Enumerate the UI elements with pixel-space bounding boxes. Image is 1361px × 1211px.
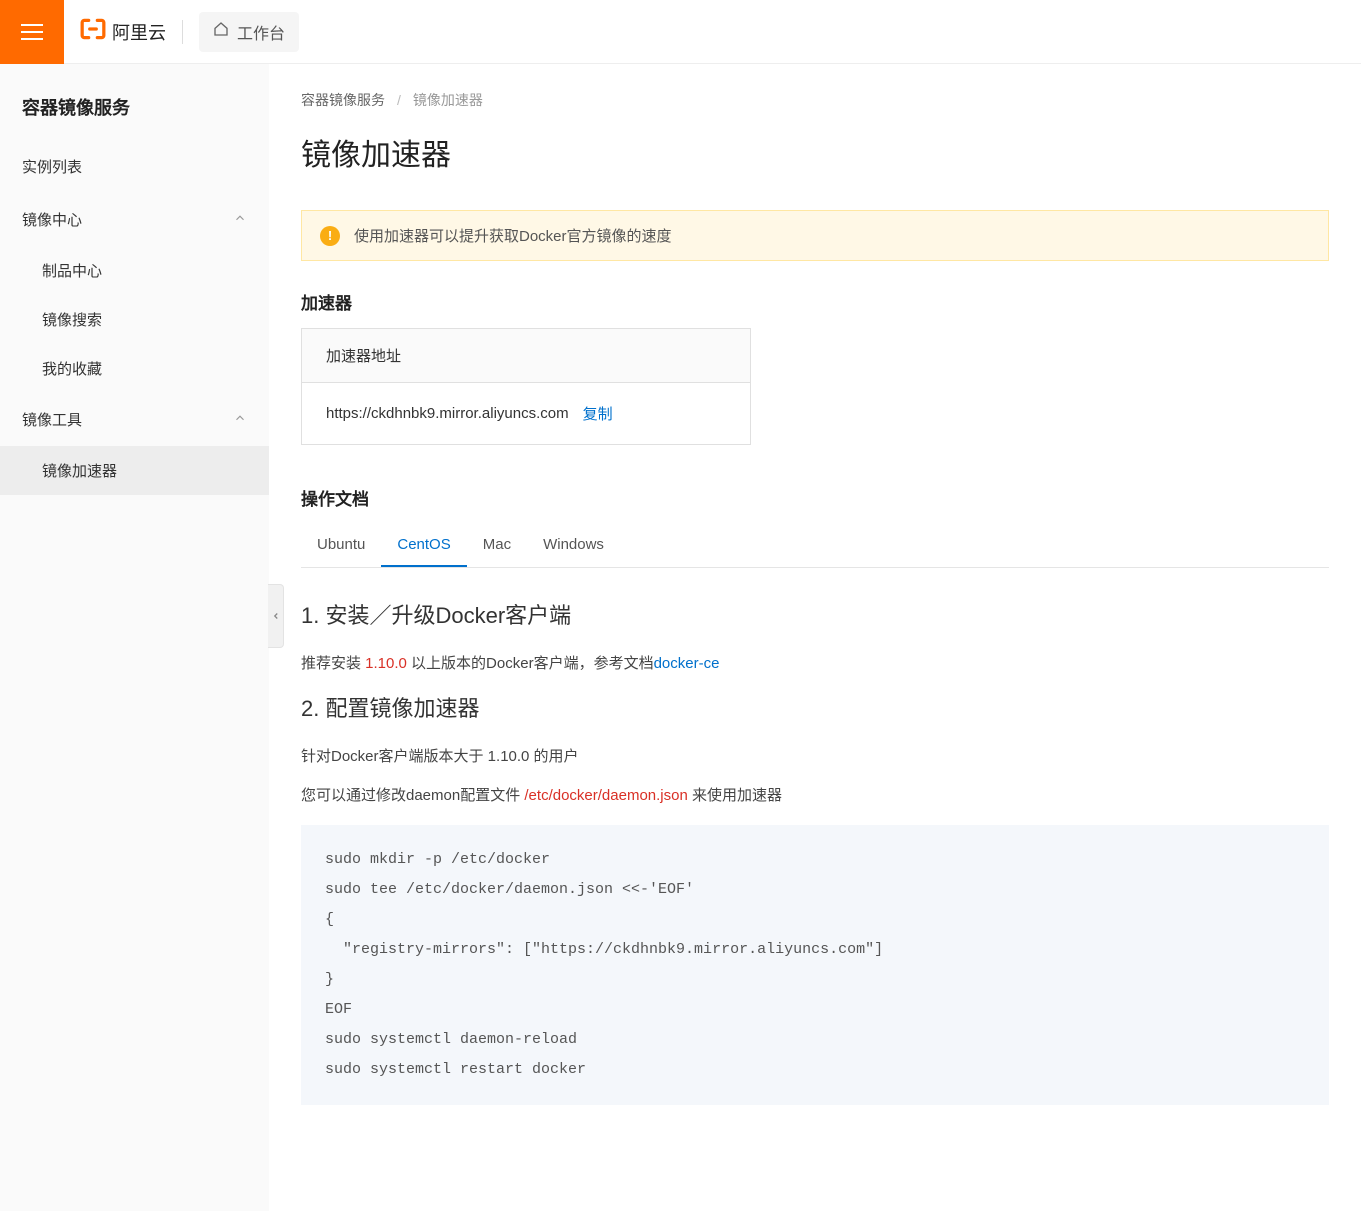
logo-text: 阿里云 — [112, 19, 166, 45]
chevron-up-icon — [233, 211, 247, 229]
doc-heading-install: 1. 安装／升级Docker客户端 — [301, 598, 1361, 630]
docker-ce-link[interactable]: docker-ce — [654, 655, 720, 672]
breadcrumb-current: 镜像加速器 — [413, 90, 483, 110]
sidebar-item-label: 制品中心 — [42, 263, 102, 280]
logo[interactable]: 阿里云 — [80, 16, 166, 48]
accelerator-url: https://ckdhnbk9.mirror.aliyuncs.com — [326, 405, 569, 422]
sidebar-item-search[interactable]: 镜像搜索 — [0, 295, 269, 344]
accelerator-address-header: 加速器地址 — [302, 329, 750, 383]
tab-mac[interactable]: Mac — [467, 524, 527, 567]
info-banner: ! 使用加速器可以提升获取Docker官方镜像的速度 — [301, 210, 1329, 261]
banner-text: 使用加速器可以提升获取Docker官方镜像的速度 — [354, 225, 672, 246]
page-title: 镜像加速器 — [301, 130, 1361, 174]
logo-icon — [80, 16, 106, 48]
breadcrumb-root[interactable]: 容器镜像服务 — [301, 90, 385, 110]
workbench-button[interactable]: 工作台 — [199, 12, 299, 52]
chevron-up-icon — [233, 411, 247, 429]
breadcrumb: 容器镜像服务 / 镜像加速器 — [301, 64, 1361, 118]
workbench-label: 工作台 — [237, 20, 285, 44]
accelerator-address-box: 加速器地址 https://ckdhnbk9.mirror.aliyuncs.c… — [301, 328, 751, 445]
os-tabs: Ubuntu CentOS Mac Windows — [301, 524, 1329, 568]
hamburger-menu[interactable] — [0, 0, 64, 64]
breadcrumb-separator: / — [397, 92, 401, 108]
sidebar-item-instances[interactable]: 实例列表 — [0, 140, 269, 193]
content: 容器镜像服务 / 镜像加速器 镜像加速器 ! 使用加速器可以提升获取Docker… — [269, 64, 1361, 1211]
sidebar-item-label: 镜像中心 — [22, 209, 82, 230]
sidebar-item-label: 镜像加速器 — [42, 463, 117, 480]
sidebar-collapse-handle[interactable] — [268, 584, 284, 648]
sidebar-group-mirror-tools[interactable]: 镜像工具 — [0, 393, 269, 446]
doc-paragraph-daemon: 您可以通过修改daemon配置文件 /etc/docker/daemon.jso… — [301, 782, 1361, 809]
copy-link[interactable]: 复制 — [583, 403, 613, 424]
docs-section-title: 操作文档 — [301, 485, 1361, 510]
sidebar: 容器镜像服务 实例列表 镜像中心 制品中心 镜像搜索 我的收藏 镜像工具 镜像加… — [0, 64, 269, 1211]
sidebar-item-products[interactable]: 制品中心 — [0, 246, 269, 295]
tab-windows[interactable]: Windows — [527, 524, 620, 567]
sidebar-item-label: 镜像搜索 — [42, 312, 102, 329]
sidebar-item-label: 我的收藏 — [42, 361, 102, 378]
sidebar-group-mirror-center[interactable]: 镜像中心 — [0, 193, 269, 246]
tab-ubuntu[interactable]: Ubuntu — [301, 524, 381, 567]
sidebar-item-accelerator[interactable]: 镜像加速器 — [0, 446, 269, 495]
sidebar-item-label: 镜像工具 — [22, 409, 82, 430]
accelerator-section-title: 加速器 — [301, 289, 1361, 314]
doc-heading-configure: 2. 配置镜像加速器 — [301, 691, 1361, 723]
doc-paragraph-version-note: 针对Docker客户端版本大于 1.10.0 的用户 — [301, 743, 1361, 770]
topbar: 阿里云 工作台 — [0, 0, 1361, 64]
version-text: 1.10.0 — [365, 655, 407, 672]
info-icon: ! — [320, 226, 340, 246]
sidebar-item-label: 实例列表 — [22, 156, 82, 177]
code-block: sudo mkdir -p /etc/docker sudo tee /etc/… — [301, 825, 1329, 1105]
tab-centos[interactable]: CentOS — [381, 524, 466, 567]
divider — [182, 20, 183, 44]
home-icon — [213, 21, 229, 42]
sidebar-title: 容器镜像服务 — [0, 84, 269, 140]
daemon-path: /etc/docker/daemon.json — [524, 787, 687, 804]
sidebar-item-favorites[interactable]: 我的收藏 — [0, 344, 269, 393]
doc-paragraph-install: 推荐安装 1.10.0 以上版本的Docker客户端，参考文档docker-ce — [301, 650, 1361, 677]
hamburger-icon — [21, 24, 43, 40]
